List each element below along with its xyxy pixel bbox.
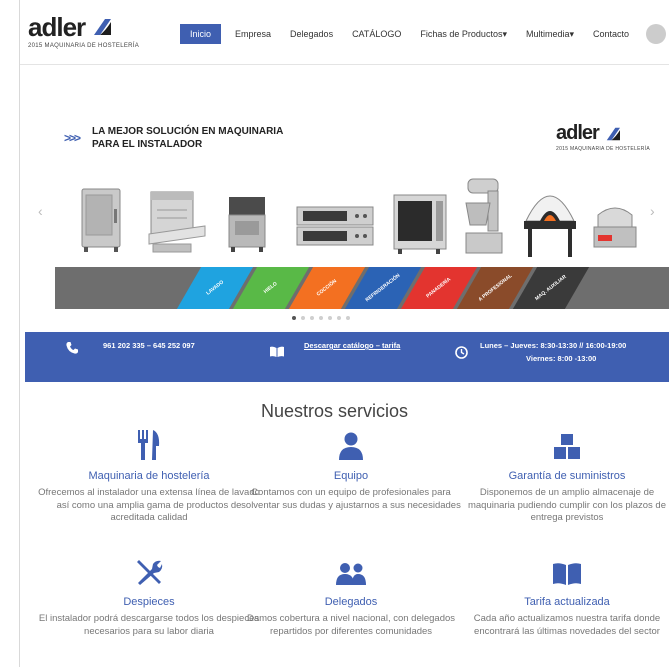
- service-tarifa-title[interactable]: Tarifa actualizada: [456, 596, 669, 608]
- phone-numbers[interactable]: 961 202 335 – 645 252 097: [103, 341, 195, 350]
- clock-icon: [455, 346, 468, 359]
- service-maquinaria-title[interactable]: Maquinaria de hostelería: [38, 470, 260, 482]
- nav-contacto[interactable]: Contacto: [593, 29, 629, 39]
- hero-brand-name: adler: [556, 122, 600, 144]
- service-garantia: Garantía de suministros Disponemos de un…: [456, 430, 669, 525]
- user-icon: [339, 432, 363, 460]
- opening-hours-friday: Viernes: 8:00 -13:00: [526, 354, 597, 363]
- contact-info-bar: 961 202 335 – 645 252 097 Descargar catá…: [25, 332, 669, 382]
- category-panaderia-label: PANADERÍA: [425, 276, 453, 300]
- nav-multimedia[interactable]: Multimedia▾: [526, 29, 574, 40]
- service-tarifa: Tarifa actualizada Cada año actualizamos…: [456, 556, 669, 638]
- category-profesional-label: A PROFESIONAL: [477, 273, 513, 303]
- slider-dot-4[interactable]: [319, 316, 323, 320]
- brand-name: adler: [28, 12, 86, 42]
- book-icon: [270, 346, 284, 357]
- slider-dot-5[interactable]: [328, 316, 332, 320]
- download-catalog-link[interactable]: Descargar catálogo – tarifa: [304, 341, 400, 350]
- nav-empresa[interactable]: Empresa: [235, 29, 271, 39]
- service-tarifa-desc: Cada año actualizamos nuestra tarifa don…: [473, 613, 661, 637]
- category-coccion-label: COCCIÓN: [315, 278, 339, 298]
- main-menu: Inicio Empresa Delegados CATÁLOGO Fichas…: [180, 24, 648, 44]
- slider-dot-7[interactable]: [346, 316, 350, 320]
- service-equipo-title[interactable]: Equipo: [240, 470, 462, 482]
- hero-brand-mark-icon: [607, 127, 621, 141]
- brand-tagline: 2015 MAQUINARIA DE HOSTELERÍA: [28, 43, 140, 49]
- combi-oven-icon: [393, 194, 447, 254]
- nav-inicio[interactable]: Inicio: [180, 24, 222, 44]
- service-despieces-desc: El instalador podrá descargarse todos lo…: [38, 613, 260, 637]
- brand-mark-icon: [93, 19, 111, 35]
- category-refrigeracion-label: REFRIGERACIÓN: [364, 272, 402, 304]
- slider-dot-3[interactable]: [310, 316, 314, 320]
- ice-maker-icon: [228, 197, 266, 252]
- category-maq-auxiliar-label: MAQ. AUXILIAR: [534, 273, 568, 303]
- nav-delegados[interactable]: Delegados: [290, 29, 333, 39]
- hero-headline: LA MEJOR SOLUCIÓN EN MAQUINARIA PARA EL …: [92, 125, 283, 151]
- search-toggle-button[interactable]: [646, 24, 666, 44]
- nav-fichas-productos[interactable]: Fichas de Productos▾: [420, 29, 507, 40]
- service-equipo: Equipo Contamos con un equipo de profesi…: [240, 430, 462, 512]
- users-group-icon: [336, 563, 366, 585]
- pizza-oven-icon: [296, 206, 374, 246]
- hero-brand-logo: adler 2015 MAQUINARIA DE HOSTELERÍA: [556, 123, 650, 152]
- service-maquinaria: Maquinaria de hostelería Ofrecemos al in…: [38, 430, 260, 525]
- service-despieces: Despieces El instalador podrá descargars…: [38, 556, 260, 638]
- service-despieces-title[interactable]: Despieces: [38, 596, 260, 608]
- phone-icon: [66, 342, 78, 354]
- category-hielo-label: HIELO: [263, 280, 279, 296]
- service-equipo-desc: Contamos con un equipo de profesionales …: [241, 487, 461, 511]
- open-book-icon: [553, 563, 581, 585]
- hero-headline-line2: PARA EL INSTALADOR: [92, 139, 203, 150]
- dishwasher-icon: [148, 191, 206, 253]
- slider-dot-6[interactable]: [337, 316, 341, 320]
- service-garantia-title[interactable]: Garantía de suministros: [456, 470, 669, 482]
- services-title: Nuestros servicios: [260, 401, 409, 421]
- cutlery-icon: [138, 430, 160, 460]
- top-navigation: adler 2015 MAQUINARIA DE HOSTELERÍA Inic…: [20, 0, 669, 64]
- slider-next-arrow-icon[interactable]: ›: [650, 203, 655, 219]
- wood-oven-icon: [524, 195, 576, 257]
- nav-catalogo[interactable]: CATÁLOGO: [352, 29, 401, 39]
- service-delegados-desc: Damos cobertura a nivel nacional, con de…: [246, 613, 456, 637]
- slider-dot-2[interactable]: [301, 316, 305, 320]
- service-delegados: Delegados Damos cobertura a nivel nacion…: [240, 556, 462, 638]
- opening-hours-weekdays: Lunes – Jueves: 8:30-13:30 // 16:00-19:0…: [480, 341, 627, 350]
- mixer-icon: [465, 178, 503, 254]
- page: adler 2015 MAQUINARIA DE HOSTELERÍA Inic…: [0, 0, 669, 667]
- category-lavado-label: LAVADO: [205, 279, 225, 297]
- service-maquinaria-desc: Ofrecemos al instalador una extensa líne…: [38, 487, 260, 523]
- boxes-icon: [554, 434, 580, 459]
- brand-logo[interactable]: adler 2015 MAQUINARIA DE HOSTELERÍA: [28, 14, 139, 50]
- service-delegados-title[interactable]: Delegados: [240, 596, 462, 608]
- vacuum-packer-icon: [593, 207, 637, 248]
- tools-icon: [137, 560, 163, 585]
- slider-dot-1[interactable]: [292, 316, 296, 320]
- blast-chiller-icon: [81, 188, 121, 252]
- service-garantia-desc: Disponemos de un amplio almacenaje de ma…: [467, 487, 667, 523]
- chevrons-icon: >>>: [64, 131, 81, 145]
- slider-prev-arrow-icon[interactable]: ‹: [38, 203, 43, 219]
- hero-brand-tagline: 2015 MAQUINARIA DE HOSTELERÍA: [556, 146, 651, 152]
- slider-pagination: [292, 316, 355, 320]
- hero-headline-line1: LA MEJOR SOLUCIÓN EN MAQUINARIA: [92, 126, 284, 137]
